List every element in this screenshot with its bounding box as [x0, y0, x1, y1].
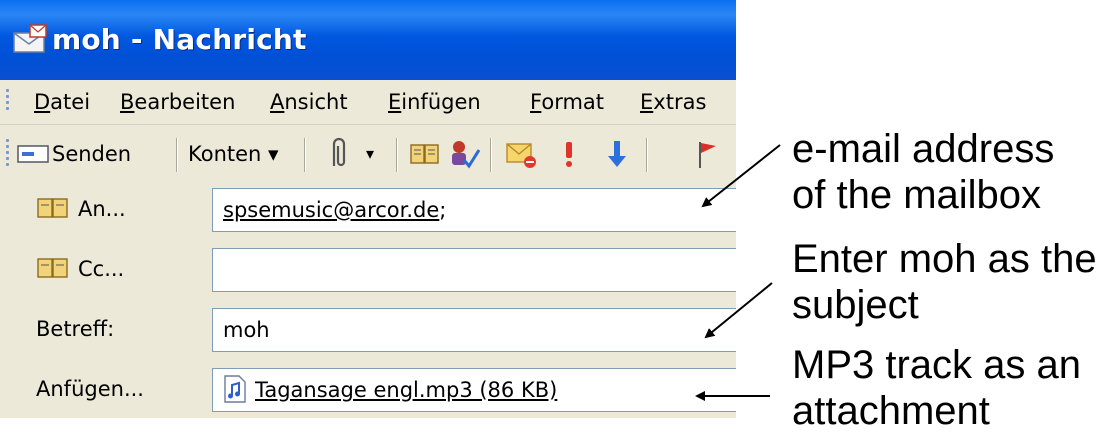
toolbar-separator: [176, 138, 178, 172]
menu-ansicht[interactable]: Ansicht: [270, 80, 348, 124]
mark-message-icon[interactable]: [504, 136, 538, 172]
low-importance-icon[interactable]: [600, 136, 634, 172]
paperclip-icon[interactable]: [320, 136, 354, 172]
toolbar-separator: [490, 138, 492, 172]
menu-extras[interactable]: Extras: [640, 80, 706, 124]
to-field[interactable]: spsemusic@arcor.de;: [212, 188, 736, 232]
toolbar: Senden Konten ▾ ▾: [0, 126, 736, 182]
to-button[interactable]: An...: [36, 184, 126, 234]
cc-field[interactable]: [212, 248, 736, 292]
message-window: moh - Nachricht Datei Bearbeiten Ansicht…: [0, 0, 736, 418]
annotation-email-line2: of the mailbox: [792, 173, 1042, 217]
high-importance-icon[interactable]: [552, 136, 586, 172]
to-recipient[interactable]: spsemusic@arcor.de: [223, 198, 439, 222]
window-title: moh - Nachricht: [52, 23, 307, 56]
annotation-subject-line1: Enter moh as the: [792, 237, 1097, 281]
cc-button[interactable]: Cc...: [36, 244, 124, 294]
address-book-icon: [37, 258, 68, 278]
attach-dropdown[interactable]: ▾: [366, 126, 374, 182]
check-names-icon[interactable]: [446, 136, 480, 172]
annotation-attachment-line1: MP3 track as an: [792, 343, 1082, 387]
subject-field[interactable]: moh: [212, 308, 736, 352]
toolbar-separator: [396, 138, 398, 172]
annotation-attachment-line2: attachment: [792, 389, 990, 433]
to-label: An...: [78, 197, 126, 221]
send-button[interactable]: Senden: [52, 126, 131, 182]
title-bar[interactable]: moh - Nachricht: [0, 0, 736, 80]
menu-einfuegen[interactable]: Einfügen: [388, 80, 481, 124]
toolbar-separator: [646, 138, 648, 172]
menu-format[interactable]: Format: [530, 80, 604, 124]
attachment-field[interactable]: Tagansage engl.mp3 (86 KB): [212, 368, 736, 412]
message-icon: [13, 24, 47, 53]
send-icon[interactable]: [16, 140, 50, 168]
menu-bar: Datei Bearbeiten Ansicht Einfügen Format…: [0, 80, 736, 125]
accounts-button[interactable]: Konten ▾: [188, 126, 279, 182]
to-separator: ;: [439, 198, 447, 222]
menu-datei[interactable]: Datei: [34, 80, 90, 124]
annotation-attachment: MP3 track as an attachment: [792, 342, 1081, 434]
annotation-email: e-mail address of the mailbox: [792, 126, 1054, 218]
menu-bearbeiten[interactable]: Bearbeiten: [120, 80, 235, 124]
attachment-link[interactable]: Tagansage engl.mp3 (86 KB): [255, 378, 557, 402]
audio-file-icon: [224, 375, 246, 403]
message-header-form: An... spsemusic@arcor.de; Cc... Betreff:…: [0, 184, 736, 418]
address-book-icon: [37, 198, 68, 218]
annotation-email-line1: e-mail address: [792, 127, 1055, 171]
attach-label: Anfügen...: [36, 377, 144, 401]
toolbar-grip[interactable]: [6, 139, 10, 169]
subject-label: Betreff:: [36, 317, 115, 341]
annotation-subject: Enter moh as the subject: [792, 236, 1097, 328]
toolbar-separator: [304, 138, 306, 172]
flag-icon[interactable]: [690, 136, 724, 172]
address-book-icon[interactable]: [408, 136, 442, 172]
menu-grip[interactable]: [6, 89, 10, 113]
annotation-subject-line2: subject: [792, 283, 919, 327]
cc-label: Cc...: [78, 257, 125, 281]
